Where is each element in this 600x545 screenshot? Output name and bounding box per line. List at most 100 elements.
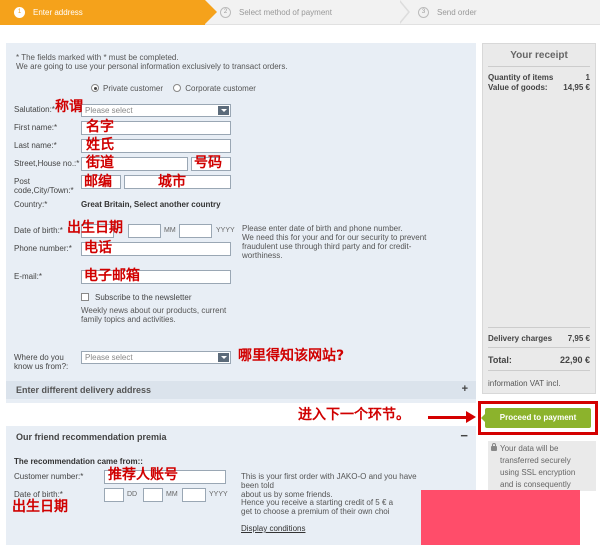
corporate-customer-label: Corporate customer xyxy=(185,84,256,93)
postcode-city-label: Post code,City/Town:* xyxy=(14,177,74,195)
ssl-note: Your data will be transferred securely u… xyxy=(488,441,596,491)
recommendation-subtitle: The recommendation came from:: xyxy=(14,457,143,466)
corporate-customer-radio[interactable] xyxy=(173,84,182,92)
goods-label: Value of goods: xyxy=(488,83,548,92)
friend-yyyy-hint: YYYY xyxy=(209,491,228,498)
receipt-title: Your receipt xyxy=(510,50,568,61)
divider xyxy=(488,370,590,371)
expand-icon[interactable]: + xyxy=(462,383,468,395)
customer-type-group: Private customer Corporate customer xyxy=(91,84,256,93)
goods-value: 14,95 € xyxy=(563,83,590,92)
step-number: 2 xyxy=(220,7,231,19)
annotation-house-no: 号码 xyxy=(194,155,222,171)
divider xyxy=(488,66,590,67)
friend-info-line: get to choose a premium of their own cho… xyxy=(241,507,390,516)
friend-credit-info: Hence you receive a starting credit of 5… xyxy=(241,498,421,516)
friend-dob-month-input[interactable] xyxy=(143,488,163,502)
proceed-to-payment-button[interactable]: Proceed to payment xyxy=(481,408,591,428)
annotation-arrow-line xyxy=(428,416,468,419)
friend-info: This is your first order with JAKO-O and… xyxy=(241,472,419,499)
dob-phone-help: Please enter date of birth and phone num… xyxy=(242,224,457,260)
where-label-line2: know us from?: xyxy=(14,362,69,371)
checkout-progress: 1 Enter address 2 Select method of payment… xyxy=(0,0,600,25)
dob-year-input[interactable] xyxy=(179,224,212,238)
annotation-where: 哪里得知该网站? xyxy=(238,348,345,364)
where-select[interactable]: Please select xyxy=(81,351,231,364)
postcode-label-line1: Post xyxy=(14,177,31,186)
phone-label: Phone number:* xyxy=(14,244,72,253)
newsletter-checkbox[interactable] xyxy=(81,293,89,301)
dob-label: Date of birth:* xyxy=(14,226,63,235)
friend-dob-day-input[interactable] xyxy=(104,488,124,502)
where-placeholder: Please select xyxy=(85,353,133,362)
salutation-select[interactable]: Please select xyxy=(81,104,231,117)
country-value: Great Britain, Select another country xyxy=(81,200,221,209)
display-conditions-link[interactable]: Display conditions xyxy=(241,524,305,533)
annotation-referrer: 推荐人账号 xyxy=(108,467,178,483)
help-line: Please enter date of birth and phone num… xyxy=(242,224,403,233)
where-label-line1: Where do you xyxy=(14,353,64,362)
newsletter-label: Subscribe to the newsletter xyxy=(95,293,192,302)
newsletter-desc-line: Weekly news about our products, current xyxy=(81,306,227,315)
newsletter-desc-line: family topics and activities. xyxy=(81,315,176,324)
step-number: 1 xyxy=(14,7,25,19)
friend-dd-hint: DD xyxy=(127,491,138,498)
goods-row: Value of goods: 14,95 € xyxy=(488,83,590,92)
private-customer-label: Private customer xyxy=(103,84,164,93)
annotation-post-code: 邮编 xyxy=(84,174,112,190)
annotation-street: 街道 xyxy=(86,155,114,171)
dob-mm-hint: MM xyxy=(164,227,176,234)
country-label: Country:* xyxy=(14,200,48,209)
step-select-payment: 2 Select method of payment xyxy=(220,0,332,25)
annotation-email: 电子邮箱 xyxy=(84,268,140,284)
ssl-note-line: Your data will be xyxy=(500,444,559,453)
annotation-last-name: 姓氏 xyxy=(86,137,114,153)
step-label: Select method of payment xyxy=(239,8,332,17)
step-label: Send order xyxy=(437,8,477,17)
dob-yyyy-hint: YYYY xyxy=(216,227,235,234)
delivery-address-toggle[interactable]: Enter different delivery address + xyxy=(6,381,476,399)
delivery-label: Delivery charges xyxy=(488,334,553,343)
firstname-label: First name:* xyxy=(14,123,58,132)
postcode-label-line2: code,City/Town:* xyxy=(14,186,74,195)
step-enter-address: 1 Enter address xyxy=(0,0,217,25)
annotation-phone: 电话 xyxy=(84,240,112,256)
chevron-down-icon xyxy=(218,106,229,115)
friend-info-line: This is your first order with JAKO-O and… xyxy=(241,472,417,490)
street-label: Street,House no.:* xyxy=(14,159,80,168)
annotation-friend-dob: 出生日期 xyxy=(12,499,68,515)
total-label: Total: xyxy=(488,355,512,365)
salutation-label: Salutation:* xyxy=(14,105,55,114)
delivery-address-title: Enter different delivery address xyxy=(16,385,152,395)
form-intro: * The fields marked with * must be compl… xyxy=(16,53,456,71)
collapse-icon[interactable]: − xyxy=(460,428,468,443)
help-line: fraudulent use through third party and f… xyxy=(242,242,412,251)
email-label: E-mail:* xyxy=(14,272,43,281)
private-customer-radio[interactable] xyxy=(91,84,99,92)
quantity-row: Quantity of items 1 xyxy=(488,73,590,82)
dob-month-input[interactable] xyxy=(128,224,161,238)
annotation-city: 城市 xyxy=(158,174,186,190)
help-line: worthiness. xyxy=(242,251,283,260)
step-send-order: 3 Send order xyxy=(418,0,477,25)
total-value: 22,90 € xyxy=(559,355,590,365)
required-note: * The fields marked with * must be compl… xyxy=(16,53,179,62)
step-separator-inner xyxy=(398,0,408,24)
step-label: Enter address xyxy=(33,8,83,17)
quantity-label: Quantity of items xyxy=(488,73,554,82)
salutation-placeholder: Please select xyxy=(85,106,133,115)
divider xyxy=(488,327,590,328)
arrow-right-icon xyxy=(466,411,476,423)
friend-dob-label: Date of birth:* xyxy=(14,490,63,499)
total-row: Total: 22,90 € xyxy=(488,355,590,365)
lock-icon xyxy=(491,443,497,451)
friend-mm-hint: MM xyxy=(166,491,178,498)
annotation-salutation: 称谓 xyxy=(55,99,83,115)
ssl-note-line: transferred securely xyxy=(500,456,571,465)
friend-dob-year-input[interactable] xyxy=(182,488,206,502)
annotation-dob: 出生日期 xyxy=(67,220,123,236)
customer-number-label: Customer number:* xyxy=(14,472,84,481)
divider xyxy=(488,347,590,348)
select-another-country-link[interactable]: Select another country xyxy=(134,200,221,209)
newsletter-description: Weekly news about our products, current … xyxy=(81,306,251,324)
